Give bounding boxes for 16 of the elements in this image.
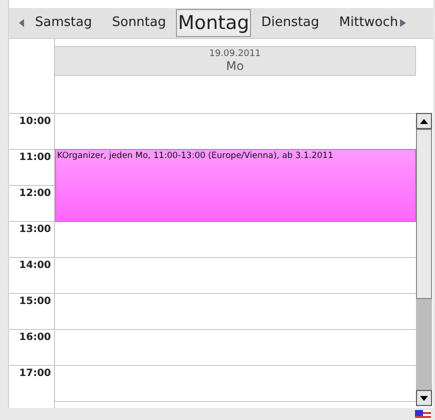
date-label: 19.09.2011 — [209, 49, 261, 59]
day-tab[interactable]: Dienstag — [251, 9, 330, 37]
day-tab[interactable]: Sonntag — [102, 9, 176, 37]
hour-label: 10:00 — [9, 113, 54, 149]
hour-label: 17:00 — [9, 365, 54, 401]
hour-label: 16:00 — [9, 329, 54, 365]
weekday-label: Mo — [226, 59, 244, 73]
hour-label: 13:00 — [9, 221, 54, 257]
calendar-event[interactable]: KOrganizer, jeden Mo, 11:00-13:00 (Europe/Vienna), ab 3.1.2011 — [55, 149, 416, 222]
hour-label: 14:00 — [9, 257, 54, 293]
day-tab[interactable]: Samstag — [25, 9, 102, 37]
hour-label: 15:00 — [9, 293, 54, 329]
hour-label: 12:00 — [9, 185, 54, 221]
day-tab[interactable]: Mittwoch — [329, 9, 408, 37]
hour-label: 11:00 — [9, 149, 54, 185]
day-tab[interactable]: Montag — [176, 9, 252, 37]
